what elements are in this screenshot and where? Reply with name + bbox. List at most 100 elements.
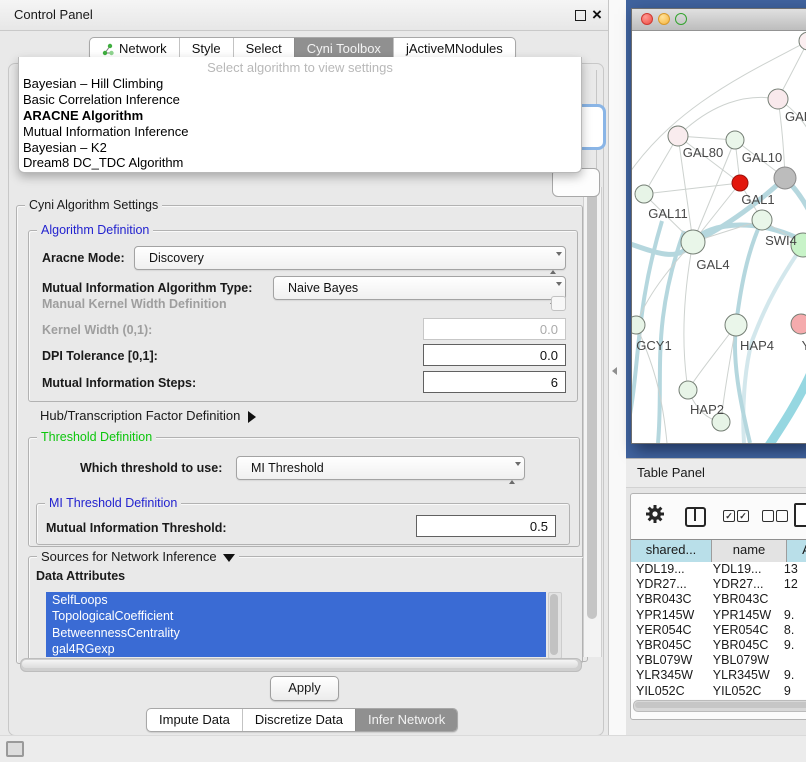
control-panel: Control Panel × NetworkStyleSelectCyni T… xyxy=(0,0,609,735)
mi-threshold-field[interactable] xyxy=(416,515,556,537)
node-label-gal: GAL xyxy=(785,109,806,124)
mi-algorithm-type-value: Naive Bayes xyxy=(288,281,358,295)
network-node-gal80[interactable] xyxy=(668,126,688,146)
table-panel-title: Table Panel xyxy=(637,459,705,487)
minimized-panel-icon[interactable] xyxy=(6,741,24,757)
collapsed-arrow-icon xyxy=(248,411,256,423)
data-attribute-betweennesscentrality[interactable]: BetweennessCentrality xyxy=(46,625,546,641)
algorithm-dropdown-items: Bayesian – Hill ClimbingBasic Correlatio… xyxy=(19,76,581,171)
table-cell: 9. xyxy=(779,608,806,623)
table-row[interactable]: YLR345WYLR345W9. xyxy=(631,668,806,683)
gear-icon[interactable] xyxy=(645,504,665,524)
table-cell: YDL19... xyxy=(631,562,708,577)
manual-kernel-width-checkbox[interactable] xyxy=(551,296,566,311)
minimize-traffic-light[interactable] xyxy=(658,13,670,25)
attribute-list-scrollbar[interactable] xyxy=(548,592,562,659)
column-header-shared[interactable]: shared... xyxy=(631,540,712,562)
data-attribute-topologicalcoefficient[interactable]: TopologicalCoefficient xyxy=(46,608,546,624)
dpi-tolerance-field[interactable] xyxy=(423,344,566,366)
sources-toggle[interactable]: Sources for Network Inference xyxy=(37,549,239,564)
network-canvas[interactable]: GALGAL80GAL10GAL1GAL11SWI4GAL4GCY1HAP4YH… xyxy=(632,31,806,443)
threshold-definition-title: Threshold Definition xyxy=(37,430,156,444)
application-root: Control Panel × NetworkStyleSelectCyni T… xyxy=(0,0,806,762)
node-label-gal4: GAL4 xyxy=(696,257,729,272)
table-horizontal-scrollbar[interactable] xyxy=(633,700,806,712)
table-cell: 8. xyxy=(779,623,806,638)
table-cell: YBL079W xyxy=(631,653,708,668)
network-window[interactable]: GALGAL80GAL10GAL1GAL11SWI4GAL4GCY1HAP4YH… xyxy=(631,8,806,444)
unchecked-box-icon[interactable] xyxy=(776,510,788,522)
network-node-gal1[interactable] xyxy=(732,175,748,191)
checked-box-icon[interactable]: ✓ xyxy=(737,510,749,522)
mi-algorithm-type-combo[interactable]: Naive Bayes xyxy=(273,276,566,300)
float-window-icon[interactable] xyxy=(575,10,586,21)
checked-box-icon[interactable]: ✓ xyxy=(723,510,735,522)
table-cell: 12 xyxy=(779,577,806,592)
column-header-name[interactable]: name xyxy=(712,540,787,562)
network-node-gal4[interactable] xyxy=(681,230,705,254)
hub-definition-toggle[interactable]: Hub/Transcription Factor Definition xyxy=(40,408,256,423)
algorithm-option-bayesian-k2[interactable]: Bayesian – K2 xyxy=(19,140,581,156)
control-panel-title: Control Panel xyxy=(14,0,93,30)
bottom-tab-bar: Impute DataDiscretize DataInfer Network xyxy=(146,708,458,732)
settings-horizontal-scrollbar[interactable] xyxy=(20,658,582,672)
split-panel-icon[interactable] xyxy=(685,507,706,527)
table-row[interactable]: YPR145WYPR145W9. xyxy=(631,608,806,623)
table-row[interactable]: YER054CYER054C8. xyxy=(631,623,806,638)
apply-button[interactable]: Apply xyxy=(270,676,339,701)
tab-discretize-data[interactable]: Discretize Data xyxy=(242,709,355,731)
close-traffic-light[interactable] xyxy=(641,13,653,25)
data-attribute-gal4rgexp[interactable]: gal4RGexp xyxy=(46,641,546,657)
mi-steps-field[interactable] xyxy=(423,371,566,393)
network-window-titlebar[interactable] xyxy=(632,9,806,31)
network-node-gal11[interactable] xyxy=(635,185,653,203)
table-toolbar: ✓ ✓ xyxy=(631,494,806,538)
table-cell: YLR345W xyxy=(708,668,779,683)
network-node[interactable] xyxy=(774,167,796,189)
algorithm-option-basic-correlation-inference[interactable]: Basic Correlation Inference xyxy=(19,92,581,108)
data-attribute-selfloops[interactable]: SelfLoops xyxy=(46,592,546,608)
table-cell xyxy=(779,592,806,607)
settings-vertical-scrollbar[interactable] xyxy=(583,187,602,657)
which-threshold-combo[interactable]: MI Threshold xyxy=(236,456,525,480)
network-node-gcy1[interactable] xyxy=(632,316,645,334)
algorithm-option-bayesian-hill-climbing[interactable]: Bayesian – Hill Climbing xyxy=(19,76,581,92)
table-body: YDL19...YDL19...13YDR27...YDR27...12YBR0… xyxy=(631,562,806,699)
network-node-swi4[interactable] xyxy=(752,210,772,230)
table-row[interactable]: YIL052CYIL052C9 xyxy=(631,684,806,699)
kernel-width-label: Kernel Width (0,1): xyxy=(42,323,152,337)
network-node-y[interactable] xyxy=(791,314,806,334)
tab-impute-data[interactable]: Impute Data xyxy=(147,709,242,731)
tab-infer-network[interactable]: Infer Network xyxy=(355,709,457,731)
network-node-hap2[interactable] xyxy=(679,381,697,399)
algorithm-option-mutual-information-inference[interactable]: Mutual Information Inference xyxy=(19,124,581,140)
kernel-width-field[interactable] xyxy=(423,318,566,340)
table-row[interactable]: YBR043CYBR043C xyxy=(631,592,806,607)
panel-divider[interactable] xyxy=(608,0,627,735)
data-attributes-list[interactable]: SelfLoopsTopologicalCoefficientBetweenne… xyxy=(46,592,546,658)
zoom-traffic-light[interactable] xyxy=(675,13,687,25)
algorithm-option-aracne-algorithm[interactable]: ARACNE Algorithm xyxy=(19,108,581,124)
mi-algorithm-type-label: Mutual Information Algorithm Type: xyxy=(42,281,252,295)
divider-collapse-arrow[interactable] xyxy=(612,367,617,375)
network-node-gal10[interactable] xyxy=(726,131,744,149)
unchecked-box-icon[interactable] xyxy=(762,510,774,522)
bottom-status-strip xyxy=(0,735,806,762)
document-icon[interactable] xyxy=(794,503,806,527)
network-node-hap4[interactable] xyxy=(725,314,747,336)
aracne-mode-combo[interactable]: Discovery xyxy=(134,246,566,270)
column-header-a[interactable]: A xyxy=(787,540,806,562)
algorithm-option-dream8-dc-tdc-algorithm[interactable]: Dream8 DC_TDC Algorithm xyxy=(19,155,581,171)
manual-kernel-width-label: Manual Kernel Width Definition xyxy=(42,297,227,311)
table-row[interactable]: YDR27...YDR27...12 xyxy=(631,577,806,592)
network-node[interactable] xyxy=(799,32,806,50)
mi-threshold-definition-title: MI Threshold Definition xyxy=(45,496,181,510)
table-row[interactable]: YDL19...YDL19...13 xyxy=(631,562,806,577)
table-cell: 13 xyxy=(779,562,806,577)
table-cell: 9 xyxy=(779,684,806,699)
table-cell: YDR27... xyxy=(631,577,708,592)
network-node-gal[interactable] xyxy=(768,89,788,109)
table-row[interactable]: YBL079WYBL079W xyxy=(631,653,806,668)
table-row[interactable]: YBR045CYBR045C9. xyxy=(631,638,806,653)
close-icon[interactable]: × xyxy=(592,4,602,26)
